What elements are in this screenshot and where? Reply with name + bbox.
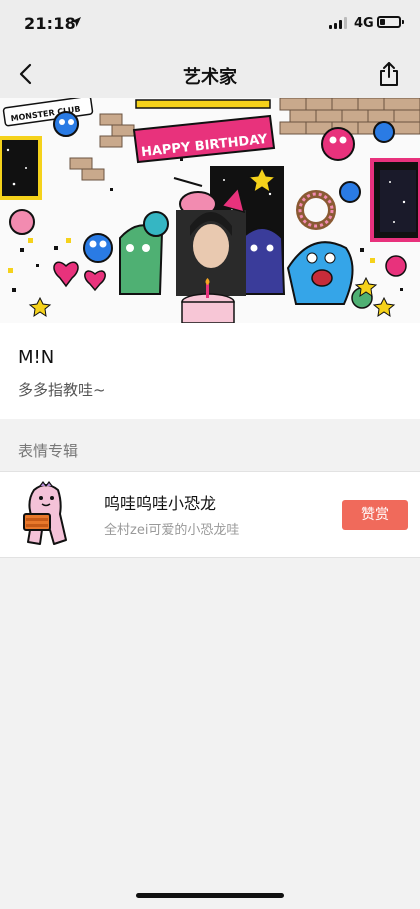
- section-label: 表情专辑: [18, 442, 79, 460]
- share-icon[interactable]: [376, 60, 402, 88]
- reward-button[interactable]: 赞赏: [342, 500, 408, 530]
- artist-name: M!N: [18, 347, 55, 368]
- status-time: 21:18: [24, 14, 76, 33]
- birthday-illustration: HAPPY BIRTHDAY MONSTER CLUB: [0, 98, 420, 323]
- network-type: 4G: [354, 16, 374, 31]
- nav-bar: 艺术家: [0, 50, 420, 98]
- album-subtitle: 全村zei可爱的小恐龙哇: [104, 523, 240, 538]
- artist-profile: M!N 多多指教哇~: [0, 323, 420, 419]
- dinosaur-sticker-thumbnail: [23, 481, 67, 545]
- sticker-album-item[interactable]: 呜哇呜哇小恐龙 全村zei可爱的小恐龙哇 赞赏: [0, 471, 420, 558]
- artist-intro: 多多指教哇~: [18, 381, 106, 399]
- signal-icon: [329, 16, 347, 29]
- battery-icon: [377, 16, 404, 28]
- artist-banner: HAPPY BIRTHDAY MONSTER CLUB: [0, 98, 420, 323]
- status-bar: 21:18 4G: [0, 0, 420, 50]
- page-title: 艺术家: [183, 67, 237, 88]
- album-title: 呜哇呜哇小恐龙: [104, 494, 217, 513]
- location-arrow-icon: [71, 17, 81, 27]
- home-indicator[interactable]: [136, 893, 284, 898]
